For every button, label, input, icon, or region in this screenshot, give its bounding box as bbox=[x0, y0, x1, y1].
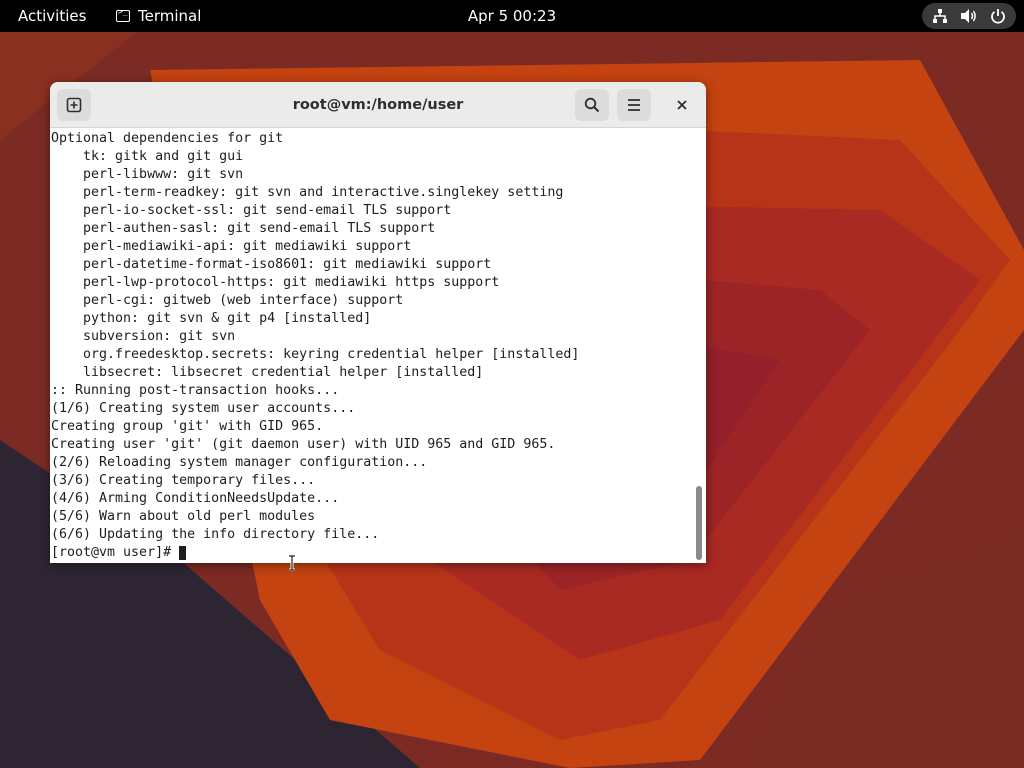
terminal-line: Creating user 'git' (git daemon user) wi… bbox=[51, 437, 556, 452]
terminal-icon bbox=[116, 7, 130, 22]
terminal-line: (4/6) Arming ConditionNeedsUpdate... bbox=[51, 491, 340, 506]
terminal-line: perl-term-readkey: git svn and interacti… bbox=[51, 185, 564, 200]
close-icon bbox=[677, 100, 687, 110]
window-headerbar[interactable]: root@vm:/home/user bbox=[50, 82, 706, 128]
main-menu-button[interactable] bbox=[617, 89, 651, 121]
terminal-line: (6/6) Updating the info directory file..… bbox=[51, 527, 380, 542]
terminal-line: perl-authen-sasl: git send-email TLS sup… bbox=[51, 221, 436, 236]
top-bar: Activities Terminal Apr 5 00:23 bbox=[0, 0, 1024, 32]
terminal-line: (3/6) Creating temporary files... bbox=[51, 473, 316, 488]
terminal-line: Creating group 'git' with GID 965. bbox=[51, 419, 324, 434]
ibeam-cursor-icon bbox=[289, 555, 295, 571]
volume-icon bbox=[959, 6, 979, 26]
terminal-line: (2/6) Reloading system manager configura… bbox=[51, 455, 428, 470]
power-icon bbox=[988, 6, 1008, 26]
close-button[interactable] bbox=[667, 89, 697, 121]
terminal-line: perl-cgi: gitweb (web interface) support bbox=[51, 293, 404, 308]
app-menu-terminal[interactable]: Terminal bbox=[116, 0, 201, 32]
terminal-line: :: Running post-transaction hooks... bbox=[51, 383, 340, 398]
terminal-line: libsecret: libsecret credential helper [… bbox=[51, 365, 484, 380]
new-tab-icon bbox=[66, 97, 82, 113]
terminal-line: (1/6) Creating system user accounts... bbox=[51, 401, 356, 416]
terminal-line: org.freedesktop.secrets: keyring credent… bbox=[51, 347, 580, 362]
system-status-menu[interactable] bbox=[922, 3, 1016, 29]
new-tab-button[interactable] bbox=[57, 89, 91, 121]
terminal-line: python: git svn & git p4 [installed] bbox=[51, 311, 372, 326]
terminal-line: perl-lwp-protocol-https: git mediawiki h… bbox=[51, 275, 500, 290]
activities-button[interactable]: Activities bbox=[18, 0, 86, 32]
terminal-line: (5/6) Warn about old perl modules bbox=[51, 509, 316, 524]
terminal-output: Optional dependencies for git tk: gitk a… bbox=[51, 130, 691, 562]
terminal-line: Optional dependencies for git bbox=[51, 131, 284, 146]
terminal-line: perl-mediawiki-api: git mediawiki suppor… bbox=[51, 239, 412, 254]
terminal-view[interactable]: Optional dependencies for git tk: gitk a… bbox=[50, 129, 706, 563]
prompt-text: [root@vm user]# bbox=[51, 545, 180, 560]
app-name: Terminal bbox=[138, 7, 202, 25]
menu-icon bbox=[628, 99, 640, 111]
terminal-line: tk: gitk and git gui bbox=[51, 149, 244, 164]
terminal-window: root@vm:/home/user Optional dependencies… bbox=[50, 82, 706, 563]
command-prompt[interactable]: [root@vm user]# bbox=[51, 544, 691, 562]
scrollbar-thumb[interactable] bbox=[696, 486, 702, 560]
network-icon bbox=[930, 6, 950, 26]
text-cursor bbox=[179, 546, 187, 560]
terminal-line: perl-datetime-format-iso8601: git mediaw… bbox=[51, 257, 492, 272]
search-button[interactable] bbox=[575, 89, 609, 121]
terminal-line: perl-io-socket-ssl: git send-email TLS s… bbox=[51, 203, 452, 218]
terminal-line: subversion: git svn bbox=[51, 329, 236, 344]
search-icon bbox=[584, 97, 600, 113]
terminal-line: perl-libwww: git svn bbox=[51, 167, 244, 182]
clock[interactable]: Apr 5 00:23 bbox=[468, 7, 556, 25]
